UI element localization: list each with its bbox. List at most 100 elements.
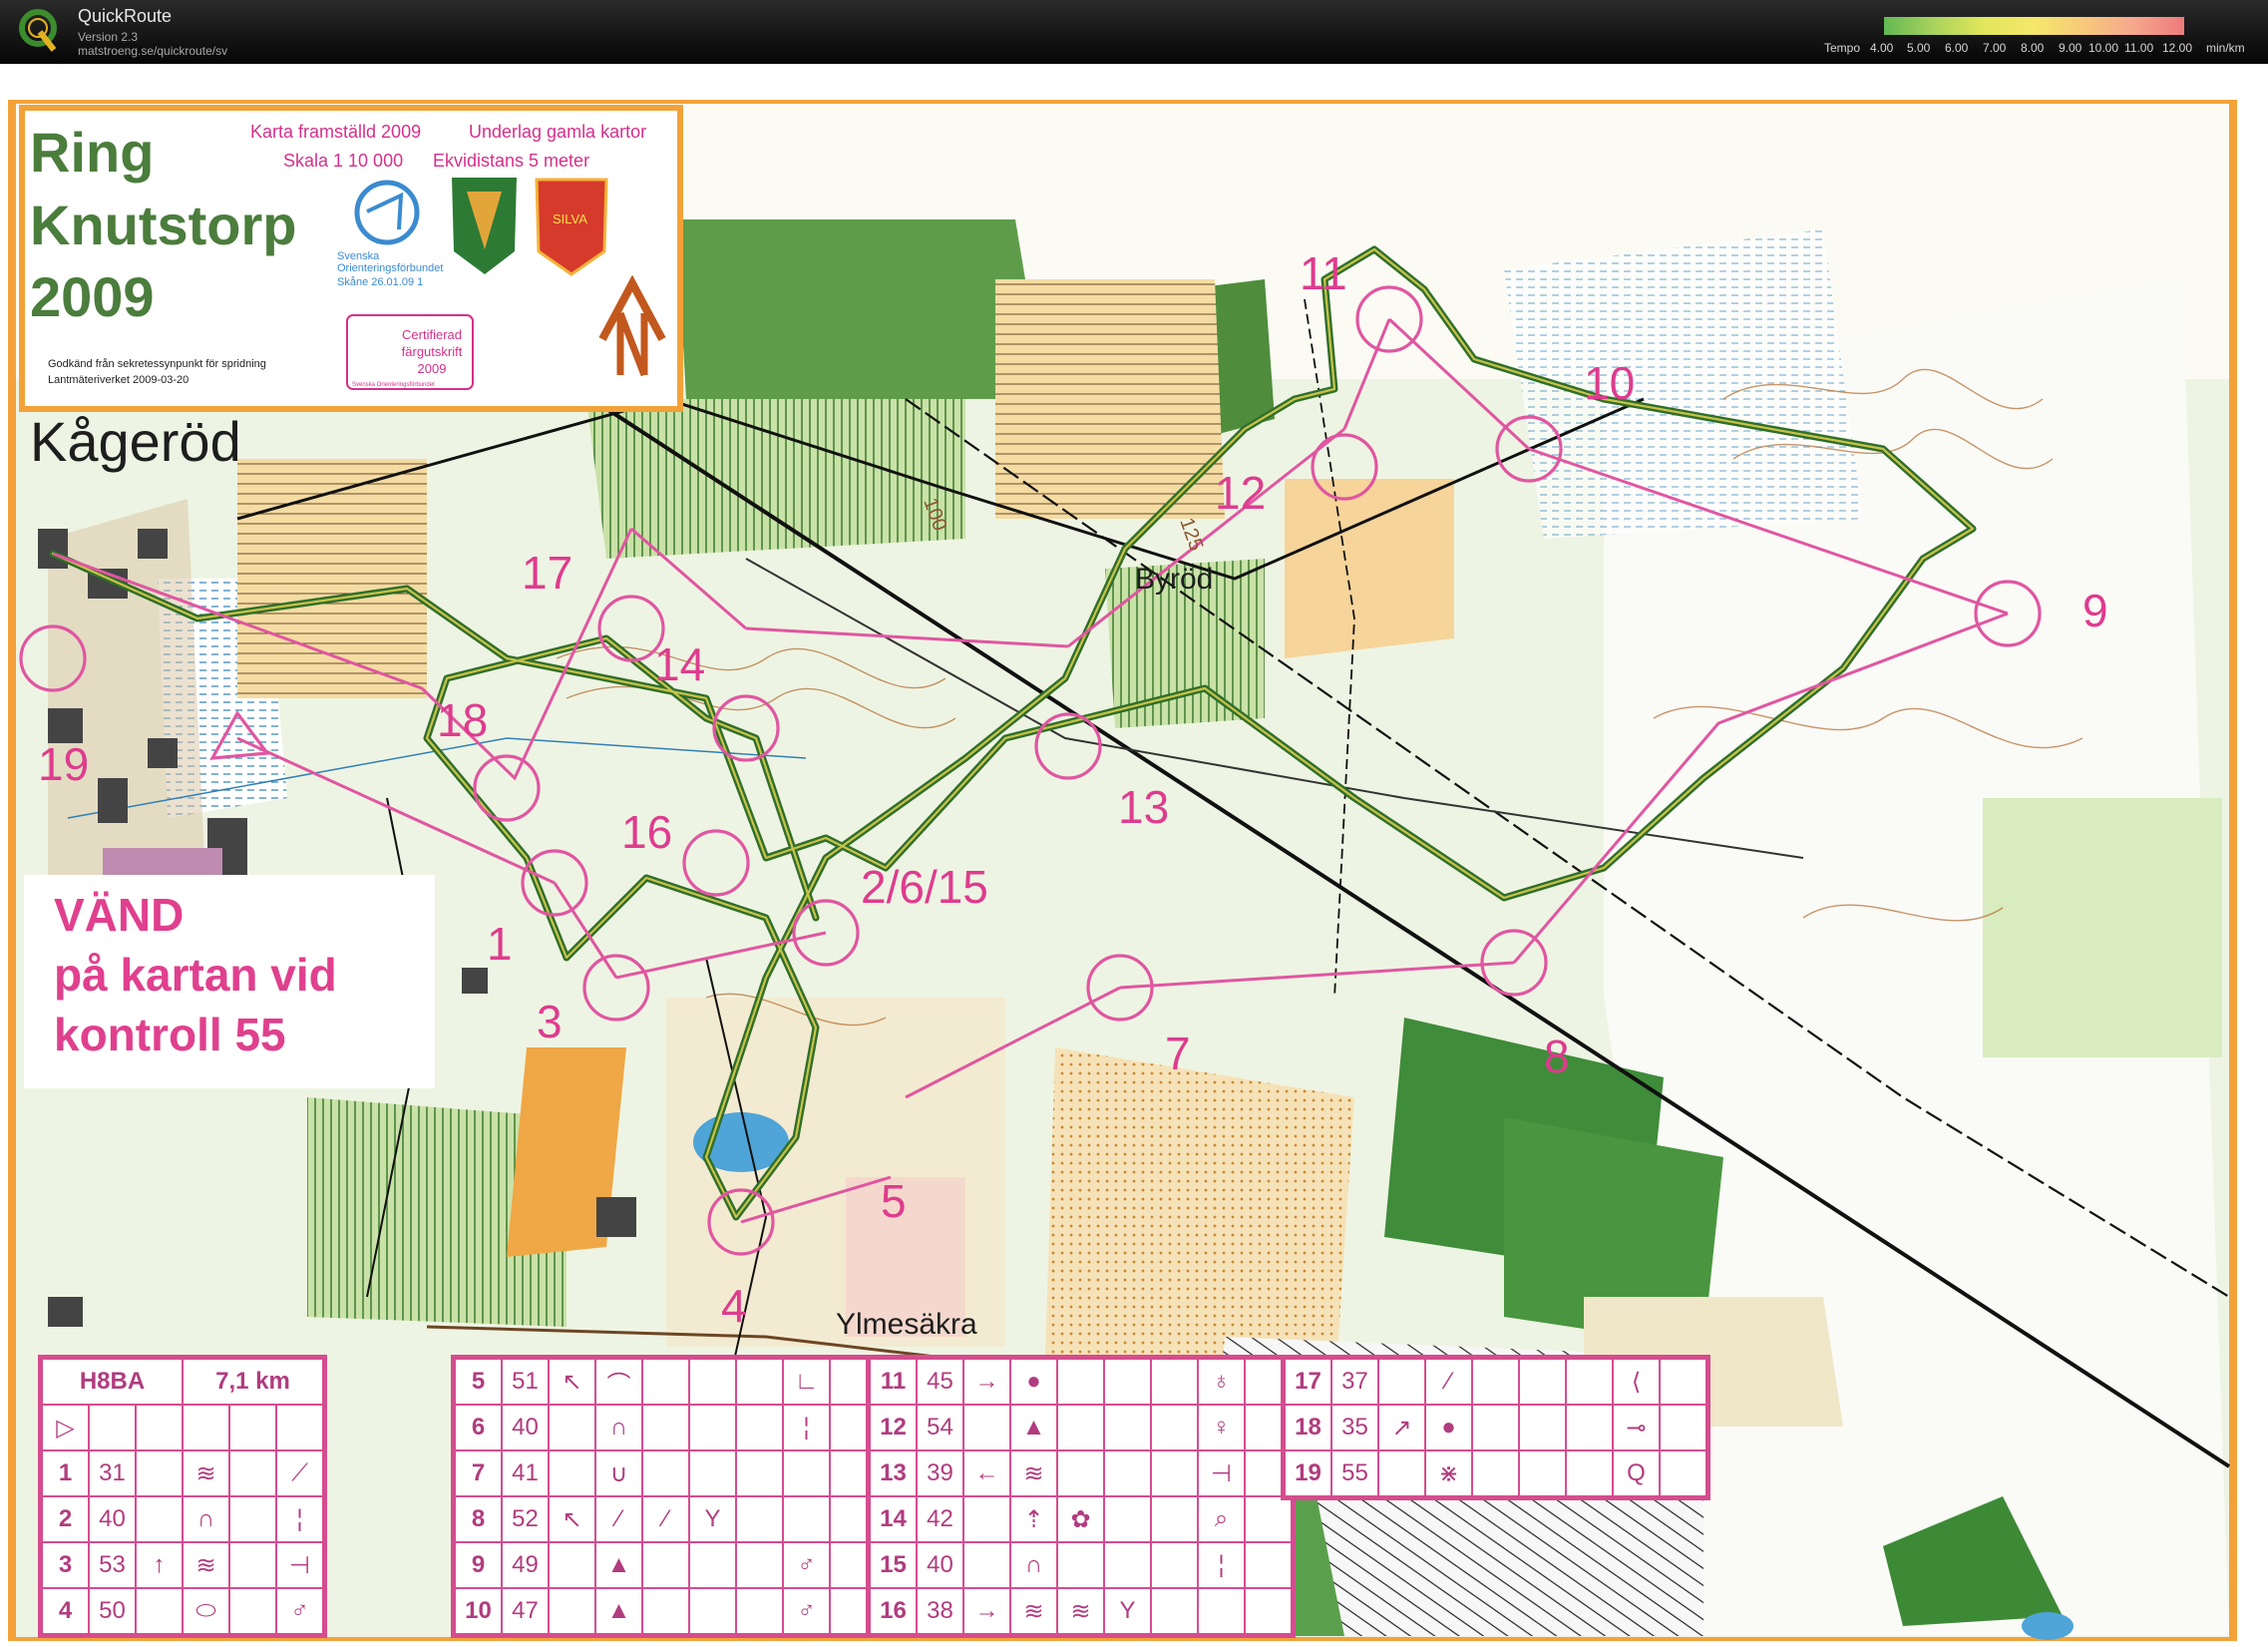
control-number-17: 17	[522, 547, 572, 599]
control-number-1: 1	[487, 918, 513, 970]
control-no: 7	[454, 1449, 503, 1497]
turn-note-line1: VÄND	[54, 889, 185, 941]
control-no: 14	[869, 1495, 918, 1543]
control-no: 17	[1284, 1358, 1332, 1406]
tempo-tick: 8.00	[2021, 41, 2045, 55]
direction-symbol-icon: ←	[962, 1449, 1011, 1497]
feature-symbol-icon: ⌒	[594, 1358, 643, 1406]
detail-symbol-icon: ♂	[275, 1587, 324, 1635]
control-code: 42	[916, 1495, 964, 1543]
feature-symbol-icon: ⁄	[641, 1495, 690, 1543]
control-no: 2	[41, 1495, 90, 1543]
control-number-3: 3	[537, 996, 563, 1047]
feature-symbol-icon: ≋	[1056, 1587, 1105, 1635]
detail-symbol-icon: ♂	[782, 1587, 831, 1635]
tempo-unit: min/km	[2206, 41, 2245, 55]
event-title-line3: 2009	[30, 265, 155, 328]
control-code: 40	[916, 1541, 964, 1589]
feature-symbol-icon: ≋	[182, 1449, 230, 1497]
feature-symbol-icon: ≋	[1009, 1587, 1058, 1635]
control-code: 45	[916, 1358, 964, 1406]
control-code: 53	[88, 1541, 137, 1589]
tempo-tick: 11.00	[2124, 41, 2154, 55]
control-number-7: 7	[1165, 1028, 1191, 1079]
detail-symbol-icon: ¦	[1197, 1541, 1246, 1589]
feature-symbol-icon: ⋇	[1424, 1449, 1473, 1497]
detail-symbol-icon: ∟	[782, 1358, 831, 1406]
permit-line1: Godkänd från sekretessynpunkt för spridn…	[48, 358, 266, 370]
control-number-2-6-15: 2/6/15	[861, 861, 988, 913]
direction-symbol-icon: ↖	[548, 1495, 596, 1543]
control-code: 31	[88, 1449, 137, 1497]
detail-symbol-icon: Q	[1612, 1449, 1661, 1497]
control-number-14: 14	[654, 638, 705, 690]
app-header-bar: QuickRoute Version 2.3 matstroeng.se/qui…	[0, 0, 2268, 64]
control-no: 8	[454, 1495, 503, 1543]
detail-symbol-icon: ⟋	[275, 1449, 324, 1497]
map-info-box: Ring Knutstorp 2009 Karta framställd 200…	[19, 105, 683, 412]
control-code: 37	[1330, 1358, 1379, 1406]
map-base: Underlag gamla kartor	[469, 122, 646, 142]
feature-symbol-icon: ≋	[182, 1541, 230, 1589]
event-title-line2: Knutstorp	[30, 194, 297, 256]
control-number-4: 4	[721, 1280, 747, 1332]
tempo-label: Tempo	[1824, 41, 1861, 55]
control-no: 12	[869, 1404, 918, 1451]
feature-symbol-icon: Y	[688, 1495, 737, 1543]
tempo-tick: 7.00	[1983, 41, 2007, 55]
sof-name-2: Orienteringsförbundet	[337, 262, 443, 274]
control-no: 15	[869, 1541, 918, 1589]
event-title-line1: Ring	[30, 121, 154, 184]
app-url[interactable]: matstroeng.se/quickroute/sv	[78, 44, 227, 58]
control-code: 49	[501, 1541, 550, 1589]
tempo-color-scale	[1884, 17, 2184, 35]
control-number-13: 13	[1118, 781, 1169, 833]
cert-small: Svenska Orienteringsförbundet	[352, 382, 435, 388]
control-number-12: 12	[1215, 467, 1266, 519]
control-number-18: 18	[437, 694, 488, 746]
control-code: 55	[1330, 1449, 1379, 1497]
control-number-11: 11	[1300, 247, 1347, 299]
place-name-byrod: Byröd	[1135, 563, 1213, 596]
feature-symbol-icon: ≋	[1009, 1449, 1058, 1497]
control-code: 38	[916, 1587, 964, 1635]
cert-line1: Certifierad	[402, 327, 462, 342]
tempo-tick: 12.00	[2162, 41, 2193, 55]
tempo-tick: 6.00	[1945, 41, 1969, 55]
map-contour-interval: Ekvidistans 5 meter	[433, 151, 589, 171]
control-number-9: 9	[2082, 585, 2108, 636]
course-length: 7,1 km	[182, 1358, 324, 1406]
control-no: 5	[454, 1358, 503, 1406]
direction-symbol-icon: →	[962, 1587, 1011, 1635]
sof-skane: Skåne 26.01.09 1	[337, 276, 423, 288]
feature-symbol-icon: ⇡	[1009, 1495, 1058, 1543]
map-made: Karta framställd 2009	[250, 122, 421, 142]
detail-symbol-icon: ⊸	[1612, 1404, 1661, 1451]
detail-symbol-icon: ⊣	[275, 1541, 324, 1589]
control-code: 40	[88, 1495, 137, 1543]
start-symbol-icon: ▷	[41, 1404, 90, 1451]
control-code: 47	[501, 1587, 550, 1635]
tempo-tick: 5.00	[1907, 41, 1931, 55]
feature-symbol-icon: ▲	[594, 1541, 643, 1589]
cert-line3: 2009	[418, 361, 447, 376]
cert-line2: färgutskrift	[402, 344, 463, 359]
control-no: 4	[41, 1587, 90, 1635]
feature-symbol-icon: ●	[1009, 1358, 1058, 1406]
feature-symbol-icon: ●	[1424, 1404, 1473, 1451]
quickroute-logo-icon	[19, 9, 57, 52]
control-no: 1	[41, 1449, 90, 1497]
detail-symbol-icon: ⌕	[1197, 1495, 1246, 1543]
feature-symbol-icon: Y	[1103, 1587, 1152, 1635]
detail-symbol-icon: ♂	[782, 1541, 831, 1589]
feature-symbol-icon: ⬭	[182, 1587, 230, 1635]
control-no: 9	[454, 1541, 503, 1589]
detail-symbol-icon: ⟨	[1612, 1358, 1661, 1406]
feature-symbol-icon: ∩	[594, 1404, 643, 1451]
control-code: 54	[916, 1404, 964, 1451]
feature-symbol-icon: ✿	[1056, 1495, 1105, 1543]
feature-symbol-icon: ∩	[182, 1495, 230, 1543]
feature-symbol-icon: ⁄	[1424, 1358, 1473, 1406]
turn-map-note: VÄND på kartan vid kontroll 55	[24, 875, 435, 1088]
feature-symbol-icon: ∪	[594, 1449, 643, 1497]
